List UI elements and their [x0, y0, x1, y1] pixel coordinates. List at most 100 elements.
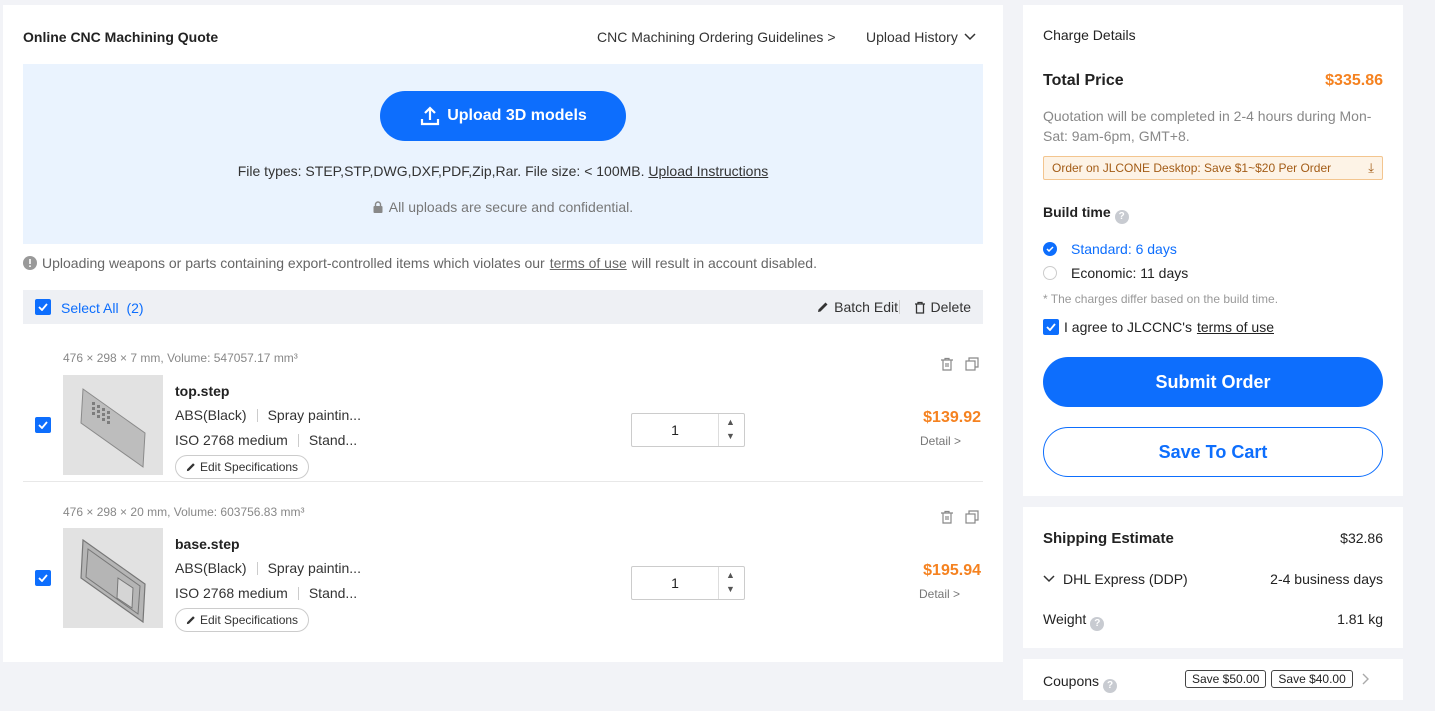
help-icon[interactable]: ?: [1103, 679, 1118, 693]
coupons-label: Coupons: [1043, 673, 1100, 689]
edit-specifications-button[interactable]: Edit Specifications: [175, 608, 310, 632]
weight-label: Weight: [1043, 611, 1087, 627]
batch-edit-label: Batch Edit: [834, 299, 898, 315]
upload-dropzone[interactable]: Upload 3D models File types: STEP,STP,DW…: [23, 64, 983, 244]
finish-value: Spray paintin...: [267, 407, 361, 423]
pencil-icon: [818, 302, 828, 312]
export-warning: Uploading weapons or parts containing ex…: [23, 255, 817, 271]
desktop-promo-banner[interactable]: Order on JLCONE Desktop: Save $1~$20 Per…: [1043, 156, 1383, 180]
copy-icon[interactable]: [965, 357, 979, 374]
pencil-icon: [186, 616, 195, 625]
decrement-arrow-icon[interactable]: ▼: [726, 431, 735, 441]
charge-details-panel: Charge Details Total Price $335.86 Quota…: [1023, 5, 1403, 496]
terms-of-use-link[interactable]: terms of use: [550, 255, 627, 271]
upload-icon: [421, 106, 440, 126]
pencil-icon: [186, 463, 195, 472]
coupon-tags: Save $50.00 Save $40.00: [1185, 670, 1370, 688]
page-title: Online CNC Machining Quote: [23, 29, 219, 45]
edit-specifications-button[interactable]: Edit Specifications: [175, 455, 310, 479]
radio-selected-icon: [1043, 242, 1057, 256]
quantity-stepper[interactable]: 1 ▲ ▼: [631, 566, 745, 600]
trash-icon[interactable]: [940, 357, 954, 374]
build-time-label: Build time: [1043, 204, 1111, 220]
carrier-selector[interactable]: DHL Express (DDP): [1043, 571, 1188, 587]
weight-row: Weight?: [1043, 611, 1105, 631]
lock-icon: [373, 201, 383, 213]
save-to-cart-button[interactable]: Save To Cart: [1043, 427, 1383, 477]
check-icon: [38, 303, 48, 311]
agree-terms-checkbox[interactable]: [1043, 319, 1059, 335]
exclamation-icon: [23, 256, 37, 270]
base-model-image: [80, 538, 146, 624]
help-icon[interactable]: ?: [1114, 210, 1129, 224]
secure-text: All uploads are secure and confidential.: [388, 199, 634, 215]
select-all-text: Select All: [61, 300, 119, 316]
quantity-value[interactable]: 1: [632, 422, 718, 438]
copy-icon[interactable]: [965, 510, 979, 527]
build-option-standard[interactable]: Standard: 6 days: [1043, 241, 1177, 257]
finish-value: Spray paintin...: [267, 560, 361, 576]
charge-details-heading: Charge Details: [1043, 27, 1136, 43]
part-row: 476 × 298 × 20 mm, Volume: 603756.83 mm³…: [23, 482, 983, 635]
part-dimensions: 476 × 298 × 20 mm, Volume: 603756.83 mm³: [63, 505, 305, 519]
upload-history-label: Upload History: [866, 29, 958, 45]
part-material-finish: ABS(Black) Spray paintin...: [175, 560, 361, 576]
part-dimensions: 476 × 298 × 7 mm, Volume: 547057.17 mm³: [63, 351, 298, 365]
part-price: $195.94: [923, 562, 981, 579]
upload-3d-models-button[interactable]: Upload 3D models: [380, 91, 626, 141]
select-all-label[interactable]: Select All (2): [61, 300, 144, 316]
coupon-tag[interactable]: Save $50.00: [1185, 670, 1267, 688]
decrement-arrow-icon[interactable]: ▼: [726, 584, 735, 594]
build-time-note: * The charges differ based on the build …: [1043, 292, 1279, 306]
upload-history-dropdown[interactable]: Upload History: [866, 29, 976, 45]
check-icon: [1046, 323, 1056, 331]
quotation-note: Quotation will be completed in 2-4 hours…: [1043, 108, 1372, 144]
quantity-stepper[interactable]: 1 ▲ ▼: [631, 413, 745, 447]
coupon-tag[interactable]: Save $40.00: [1271, 670, 1353, 688]
part-checkbox[interactable]: [35, 570, 51, 586]
help-icon[interactable]: ?: [1090, 617, 1105, 631]
total-price-value: $335.86: [1325, 72, 1383, 89]
batch-edit-button[interactable]: Batch Edit: [817, 299, 898, 315]
ordering-guidelines-link[interactable]: CNC Machining Ordering Guidelines >: [597, 29, 836, 45]
submit-order-button[interactable]: Submit Order: [1043, 357, 1383, 407]
quote-panel: Online CNC Machining Quote CNC Machining…: [3, 5, 1003, 662]
select-all-checkbox[interactable]: [35, 299, 51, 315]
promo-text: Order on JLCONE Desktop: Save $1~$20 Per…: [1052, 161, 1332, 175]
edit-specifications-label: Edit Specifications: [200, 460, 299, 474]
part-detail-link[interactable]: Detail >: [919, 587, 960, 601]
delete-label: Delete: [930, 299, 971, 315]
chevron-down-icon: [1043, 575, 1055, 583]
warning-text-after: will result in account disabled.: [631, 255, 817, 271]
check-icon: [38, 574, 48, 582]
part-row: 476 × 298 × 7 mm, Volume: 547057.17 mm³ …: [23, 329, 983, 482]
increment-arrow-icon[interactable]: ▲: [726, 417, 735, 427]
plate-model-image: [80, 388, 146, 468]
file-types-info: File types: STEP,STP,DWG,DXF,PDF,Zip,Rar…: [23, 163, 983, 179]
upload-instructions-link[interactable]: Upload Instructions: [648, 163, 768, 179]
part-price: $139.92: [923, 409, 981, 426]
stepper-divider: [718, 414, 719, 446]
part-material-finish: ABS(Black) Spray paintin...: [175, 407, 361, 423]
agree-terms-link[interactable]: terms of use: [1197, 319, 1274, 335]
coupons-panel[interactable]: Coupons? Save $50.00 Save $40.00: [1023, 659, 1403, 700]
part-thumbnail[interactable]: [63, 375, 163, 475]
part-name: base.step: [175, 536, 240, 552]
economic-option-label: Economic: 11 days: [1071, 265, 1189, 281]
part-detail-link[interactable]: Detail >: [920, 434, 961, 448]
carrier-delivery-time: 2-4 business days: [1270, 571, 1383, 587]
surface-value: Stand...: [308, 585, 358, 601]
part-checkbox[interactable]: [35, 417, 51, 433]
delete-button[interactable]: Delete: [914, 299, 971, 315]
agree-terms-row: I agree to JLCCNC's terms of use: [1043, 319, 1274, 335]
download-icon: ⤓: [1368, 160, 1374, 175]
quantity-value[interactable]: 1: [632, 575, 718, 591]
increment-arrow-icon[interactable]: ▲: [726, 570, 735, 580]
toolbar-divider: [899, 300, 900, 314]
chevron-right-icon[interactable]: [1362, 673, 1370, 685]
coupons-row-label: Coupons?: [1043, 673, 1118, 693]
part-thumbnail[interactable]: [63, 528, 163, 628]
trash-icon[interactable]: [940, 510, 954, 527]
selected-count: (2): [126, 300, 144, 316]
build-option-economic[interactable]: Economic: 11 days: [1043, 265, 1188, 281]
